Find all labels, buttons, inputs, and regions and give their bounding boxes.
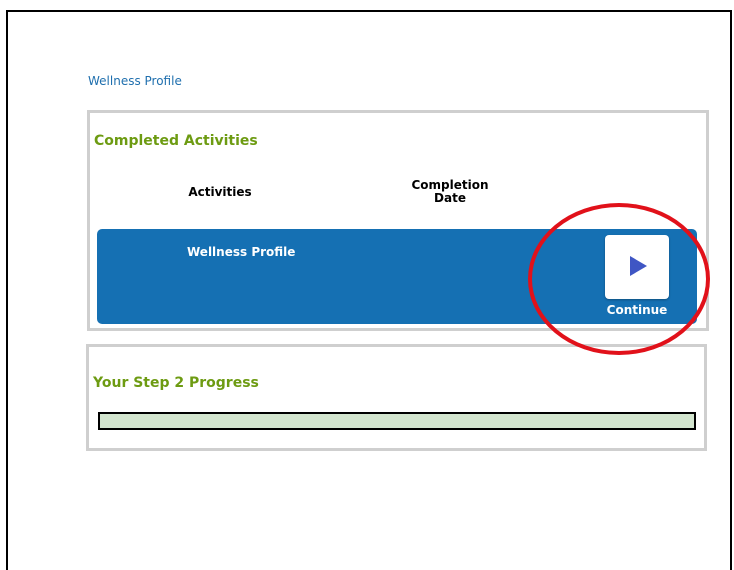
play-tile[interactable]	[605, 235, 669, 299]
activity-name: Wellness Profile	[187, 245, 296, 259]
completed-activities-title: Completed Activities	[94, 133, 258, 149]
column-header-completion-date: Completion Date	[411, 178, 489, 205]
breadcrumb-wellness-profile[interactable]: Wellness Profile	[88, 74, 182, 88]
progress-bar	[98, 412, 696, 430]
completed-activities-panel: Completed Activities Activities Completi…	[87, 110, 709, 331]
activity-row: Wellness Profile Continue	[97, 229, 697, 324]
play-icon	[630, 256, 647, 276]
continue-button[interactable]: Continue	[604, 235, 670, 321]
step-progress-panel: Your Step 2 Progress	[86, 344, 707, 451]
column-header-activities: Activities	[188, 185, 252, 199]
step-progress-title: Your Step 2 Progress	[93, 375, 259, 391]
continue-label: Continue	[606, 303, 668, 317]
